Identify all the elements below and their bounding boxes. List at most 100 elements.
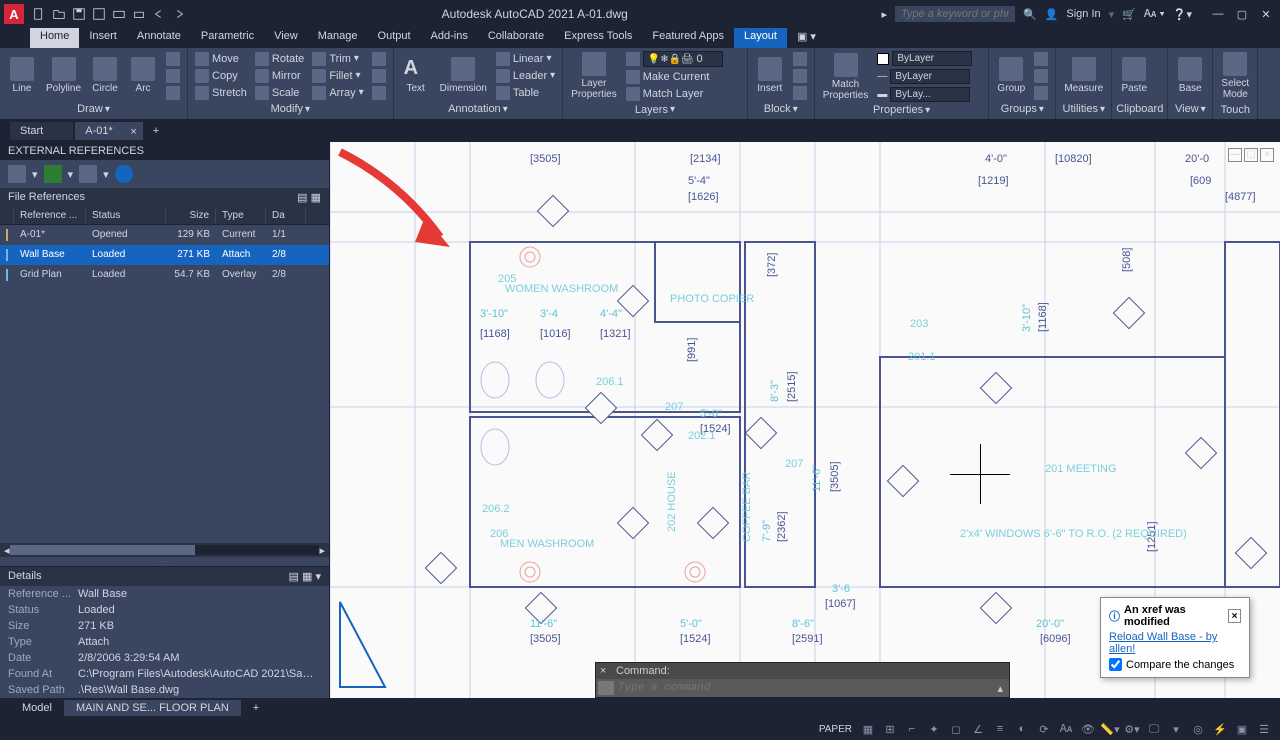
block-extra-2[interactable] [790,68,810,84]
layer-dropdown[interactable]: 💡❄🔒🖨 0 [623,50,743,68]
group-button[interactable]: Group [993,55,1029,96]
osnap-icon[interactable]: ◻ [946,720,966,738]
minimize-button[interactable]: — [1208,4,1228,24]
tab-home[interactable]: Home [30,28,79,48]
panel-view-label[interactable]: View ▾ [1172,101,1208,117]
tab-manage[interactable]: Manage [308,28,368,48]
panel-annotation-label[interactable]: Annotation ▾ [398,101,559,117]
tab-output[interactable]: Output [368,28,421,48]
close-button[interactable]: ✕ [1256,4,1276,24]
doc-tab-start[interactable]: Start [10,122,73,140]
tab-parametric[interactable]: Parametric [191,28,264,48]
group-extra[interactable] [1031,51,1051,67]
user-icon[interactable]: 👤 [1045,8,1059,21]
clean-icon[interactable]: ▣ [1232,720,1252,738]
h-scrollbar[interactable]: ◂▸ [0,543,329,557]
tab-featured[interactable]: Featured Apps [642,28,734,48]
base-button[interactable]: Base [1172,55,1208,96]
copy-button[interactable]: Copy [192,68,250,84]
fillet-button[interactable]: Fillet ▾ [309,68,366,84]
table-row[interactable]: Grid Plan Loaded 54.7 KB Overlay 2/8 [0,265,329,285]
paste-button[interactable]: Paste [1116,55,1152,96]
print-icon[interactable] [130,5,148,23]
open-icon[interactable] [50,5,68,23]
details-view-icon[interactable]: ▤ [289,571,299,583]
tab-addins[interactable]: Add-ins [421,28,478,48]
cart-icon[interactable]: 🛒 [1122,8,1136,21]
col-reference[interactable]: Reference ... [14,207,86,224]
share-icon[interactable]: ▸ [881,8,887,21]
help-icon[interactable] [115,165,133,183]
match-layer-button[interactable]: Match Layer [623,86,743,102]
customize-icon[interactable]: ☰ [1254,720,1274,738]
new-icon[interactable] [30,5,48,23]
command-input[interactable] [618,682,993,694]
compare-checkbox[interactable]: Compare the changes [1109,658,1241,671]
cmd-prompt-icon[interactable] [598,681,614,695]
panel-layers-label[interactable]: Layers ▾ [567,102,743,117]
search-icon[interactable]: 🔍 [1023,8,1037,21]
trim-button[interactable]: Trim ▾ [309,51,366,67]
circle-button[interactable]: Circle [87,55,123,96]
table-row[interactable]: A-01* Opened 129 KB Current 1/1 [0,225,329,245]
modify-extra-1[interactable] [369,51,389,67]
refresh-icon[interactable] [44,165,62,183]
array-button[interactable]: Array ▾ [309,85,366,101]
col-type[interactable]: Type [216,207,266,224]
snap-icon[interactable]: ⊞ [880,720,900,738]
lineweight-icon[interactable]: ≡ [990,720,1010,738]
col-date[interactable]: Da [266,207,306,224]
line-button[interactable]: Line [4,55,40,96]
saveas-icon[interactable] [90,5,108,23]
vp-max-icon[interactable]: ▢ [1244,148,1258,162]
layer-properties-button[interactable]: Layer Properties [567,50,621,102]
tab-layout[interactable]: Layout [734,28,787,48]
scale-icon[interactable]: 📏▾ [1100,720,1120,738]
modify-extra-3[interactable] [369,85,389,101]
dimension-button[interactable]: Dimension [436,55,491,96]
stretch-button[interactable]: Stretch [192,85,250,101]
cmd-recent-icon[interactable]: ▴ [993,682,1007,695]
panel-draw-label[interactable]: Draw ▾ [4,101,183,117]
draw-extra-2[interactable] [163,68,183,84]
color-dropdown[interactable]: ByLayer [874,50,984,67]
move-button[interactable]: Move [192,51,250,67]
panel-utilities-label[interactable]: Utilities ▾ [1060,101,1107,117]
tab-annotate[interactable]: Annotate [127,28,191,48]
lineweight-dropdown[interactable]: ▬ByLay... [874,86,984,103]
col-status[interactable]: Status [86,207,166,224]
match-properties-button[interactable]: Match Properties [819,51,873,103]
mirror-button[interactable]: Mirror [252,68,307,84]
polar-icon[interactable]: ✦ [924,720,944,738]
workspace-icon[interactable]: ⚙▾ [1122,720,1142,738]
measure-button[interactable]: Measure [1060,55,1107,96]
units-icon[interactable]: ▾ [1166,720,1186,738]
plot-icon[interactable] [110,5,128,23]
cmd-close-icon[interactable]: × [600,665,606,677]
app-logo[interactable]: A [4,4,24,24]
table-row[interactable]: Wall Base Loaded 271 KB Attach 2/8 [0,245,329,265]
tab-model[interactable]: Model [10,700,64,716]
text-button[interactable]: AText [398,55,434,96]
change-path-icon[interactable] [79,165,97,183]
panel-groups-label[interactable]: Groups ▾ [993,101,1051,117]
maximize-button[interactable]: ▢ [1232,4,1252,24]
vp-close-icon[interactable]: × [1260,148,1274,162]
balloon-close-button[interactable]: × [1228,609,1241,623]
close-icon[interactable]: × [130,126,136,138]
transparency-icon[interactable]: ◐ [1012,720,1032,738]
leader-button[interactable]: Leader ▾ [493,68,558,84]
redo-icon[interactable] [170,5,188,23]
tree-view-icon[interactable]: ▦ [311,192,321,204]
isolate-icon[interactable]: ◎ [1188,720,1208,738]
search-input[interactable] [895,6,1015,22]
undo-icon[interactable] [150,5,168,23]
panel-modify-label[interactable]: Modify ▾ [192,101,389,117]
select-mode-button[interactable]: Select Mode [1217,50,1253,102]
monitor-icon[interactable]: 🖵 [1144,720,1164,738]
cycling-icon[interactable]: ⟳ [1034,720,1054,738]
scale-button[interactable]: Scale [252,85,307,101]
tab-view[interactable]: View [264,28,308,48]
preview-icon[interactable]: ▦ [302,571,312,583]
add-layout-button[interactable]: + [241,700,271,716]
